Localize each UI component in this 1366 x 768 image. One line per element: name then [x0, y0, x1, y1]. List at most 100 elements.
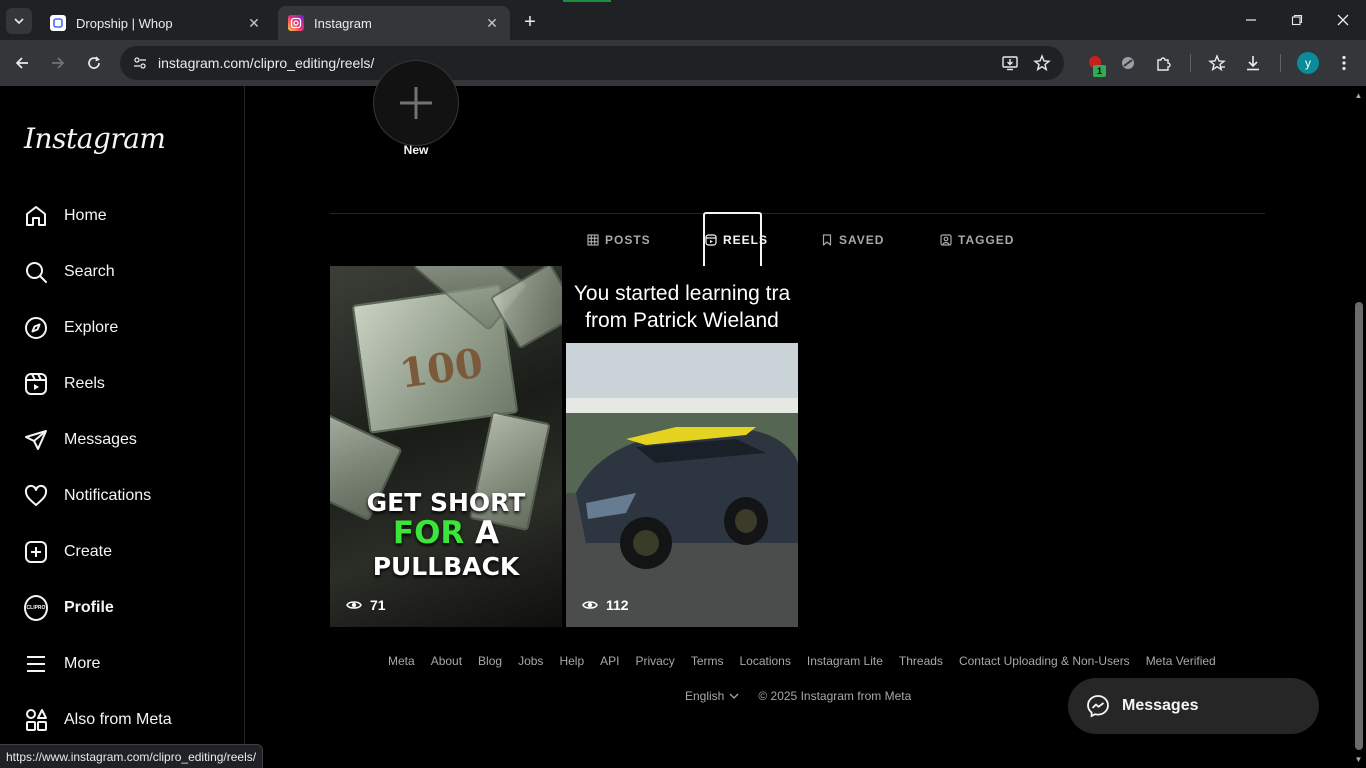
close-icon[interactable]: ✕ [484, 15, 500, 31]
footer-link[interactable]: Contact Uploading & Non-Users [959, 654, 1130, 668]
view-count-value: 112 [606, 597, 629, 613]
footer-links: Meta About Blog Jobs Help API Privacy Te… [388, 654, 1232, 668]
sidebar-item-label: Notifications [64, 487, 152, 504]
extension-grey-icon[interactable] [1115, 50, 1141, 76]
reading-list-icon[interactable] [1204, 50, 1230, 76]
restore-button[interactable] [1274, 0, 1320, 40]
language-label: English [685, 689, 725, 703]
tab-label: TAGGED [958, 233, 1015, 247]
minimize-button[interactable] [1228, 0, 1274, 40]
footer-link[interactable]: Instagram Lite [807, 654, 883, 668]
browser-profile-avatar[interactable]: y [1297, 52, 1319, 74]
back-button[interactable] [9, 50, 35, 76]
scrollbar-thumb[interactable] [1355, 302, 1363, 750]
tab-group-indicator [563, 0, 611, 2]
close-icon[interactable]: ✕ [246, 15, 262, 31]
sidebar-item-create[interactable]: Create [12, 528, 232, 576]
new-story-label: New [403, 143, 429, 157]
address-bar[interactable]: instagram.com/clipro_editing/reels/ [120, 46, 1064, 80]
profile-avatar: CLIPRO [24, 595, 48, 621]
footer-link[interactable]: Terms [691, 654, 724, 668]
sidebar-item-label: Create [64, 543, 113, 560]
plus-icon [400, 87, 432, 119]
arrow-right-icon [52, 57, 65, 69]
eye-icon [582, 597, 598, 613]
tagged-icon [940, 234, 952, 246]
footer-link[interactable]: Locations [739, 654, 790, 668]
eye-icon [346, 597, 362, 613]
footer-link[interactable]: Privacy [635, 654, 674, 668]
sidebar-item-label: Home [64, 207, 107, 224]
sidebar-item-notifications[interactable]: Notifications [12, 472, 232, 520]
footer-link[interactable]: Meta Verified [1146, 654, 1216, 668]
messages-pill-label: Messages [1122, 697, 1199, 714]
tab-reels[interactable]: REELS [705, 214, 768, 266]
minimize-icon [1246, 19, 1256, 21]
reload-icon [88, 56, 100, 69]
tab-posts[interactable]: POSTS [587, 214, 651, 266]
forward-button[interactable] [45, 50, 71, 76]
page-scrollbar[interactable]: ▲ ▼ [1351, 86, 1366, 768]
close-window-button[interactable] [1320, 0, 1366, 40]
reload-button[interactable] [81, 50, 107, 76]
tab-label: SAVED [839, 233, 885, 247]
sidebar-item-label: Reels [64, 375, 105, 392]
sidebar-item-more[interactable]: More [12, 640, 232, 688]
scroll-down-icon[interactable]: ▼ [1353, 754, 1364, 764]
reels-icon [705, 234, 717, 246]
sidebar-item-search[interactable]: Search [12, 248, 232, 296]
messages-floating-button[interactable]: Messages [1068, 678, 1319, 734]
toolbar-separator [1190, 54, 1191, 72]
footer-link[interactable]: Blog [478, 654, 502, 668]
sidebar-item-also-from-meta[interactable]: Also from Meta [12, 696, 232, 744]
heart-icon [24, 484, 48, 508]
reel-thumbnail-get-short[interactable]: 100 GET SHORT FOR A PULLBACK 71 [330, 266, 562, 627]
new-story-button[interactable] [373, 60, 459, 146]
chevron-down-icon [729, 693, 739, 699]
footer-bottom: English © 2025 Instagram from Meta [685, 689, 911, 703]
sidebar-item-profile[interactable]: CLIPRO Profile [12, 584, 232, 632]
new-tab-button[interactable]: + [518, 10, 542, 34]
footer-link[interactable]: Threads [899, 654, 943, 668]
restore-icon [1291, 14, 1303, 26]
tab-search-button[interactable] [6, 8, 32, 34]
sidebar-item-explore[interactable]: Explore [12, 304, 232, 352]
kebab-menu-icon[interactable] [1331, 50, 1357, 76]
sidebar-item-label: Also from Meta [64, 711, 172, 728]
reel-overlay-green-word: FOR [392, 515, 465, 551]
reel-overlay-line: GET SHORT [366, 488, 526, 517]
sidebar-item-label: Explore [64, 319, 119, 336]
install-app-icon[interactable] [998, 51, 1022, 75]
footer-link[interactable]: Jobs [518, 654, 543, 668]
reel-thumbnail-patrick-wieland[interactable]: You started learning tra from Patrick Wi… [566, 266, 798, 627]
close-icon [1337, 14, 1349, 26]
footer-link[interactable]: API [600, 654, 619, 668]
instagram-logo[interactable]: Instagram [24, 122, 166, 155]
tab-dropship-whop[interactable]: Dropship | Whop ✕ [40, 6, 272, 40]
footer-link[interactable]: About [431, 654, 462, 668]
sidebar-item-reels[interactable]: Reels [12, 360, 232, 408]
footer-link[interactable]: Help [559, 654, 584, 668]
language-select[interactable]: English [685, 689, 740, 703]
tab-title: Dropship | Whop [76, 15, 173, 31]
sidebar-item-messages[interactable]: Messages [12, 416, 232, 464]
tab-saved[interactable]: SAVED [821, 214, 884, 266]
bookmark-icon [821, 234, 833, 246]
sidebar-item-home[interactable]: Home [12, 192, 232, 240]
tab-instagram[interactable]: Instagram ✕ [278, 6, 510, 40]
status-bar-url: https://www.instagram.com/clipro_editing… [0, 744, 264, 768]
download-icon[interactable] [1240, 50, 1266, 76]
scroll-up-icon[interactable]: ▲ [1353, 90, 1364, 100]
footer-link[interactable]: Meta [388, 654, 415, 668]
extensions-puzzle-icon[interactable] [1151, 50, 1177, 76]
tab-tagged[interactable]: TAGGED [940, 214, 1014, 266]
plus-square-icon [24, 540, 48, 564]
site-info-icon[interactable] [128, 51, 152, 75]
tab-title: Instagram [314, 15, 372, 31]
view-count-value: 71 [370, 597, 386, 613]
tab-label: REELS [723, 233, 769, 247]
bookmark-star-icon[interactable] [1030, 51, 1054, 75]
messenger-icon [1087, 695, 1109, 718]
meta-apps-icon [24, 708, 48, 732]
paper-plane-icon [24, 428, 48, 452]
